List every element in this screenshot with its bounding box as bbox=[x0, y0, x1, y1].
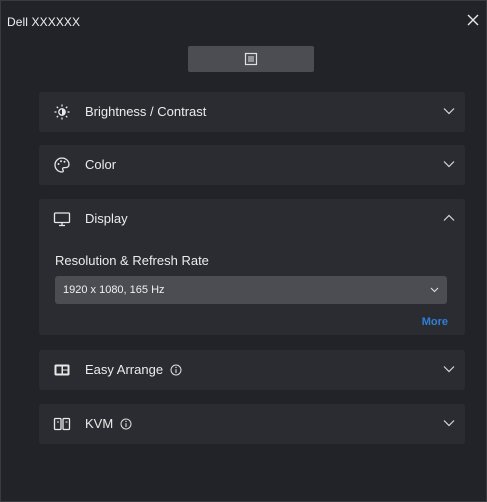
brightness-icon bbox=[54, 104, 70, 120]
menu-button[interactable] bbox=[188, 46, 314, 72]
more-link[interactable]: More bbox=[422, 316, 448, 328]
resolution-dropdown[interactable]: 1920 x 1080, 165 Hz bbox=[55, 276, 447, 304]
menu-icon bbox=[244, 52, 258, 66]
kvm-icon bbox=[53, 417, 71, 431]
chevron-down-icon bbox=[443, 420, 455, 427]
window-title: Dell XXXXXX bbox=[7, 15, 81, 29]
info-icon[interactable] bbox=[170, 364, 182, 376]
section-label-display: Display bbox=[85, 211, 128, 226]
section-easy-arrange: Easy Arrange bbox=[39, 350, 465, 390]
close-icon bbox=[467, 14, 479, 26]
app-window: Dell XXXXXX Brightness / Contrast Color … bbox=[0, 0, 487, 502]
resolution-value: 1920 x 1080, 165 Hz bbox=[63, 284, 165, 296]
resolution-label: Resolution & Refresh Rate bbox=[55, 253, 209, 268]
info-icon[interactable] bbox=[120, 418, 132, 430]
section-label-brightness-contrast: Brightness / Contrast bbox=[85, 104, 207, 119]
palette-icon bbox=[54, 157, 70, 173]
section-header-display[interactable]: Display bbox=[39, 199, 465, 239]
chevron-down-icon bbox=[430, 287, 439, 293]
section-label-color: Color bbox=[85, 157, 117, 172]
layout-icon bbox=[54, 364, 70, 376]
section-label-text: Easy Arrange bbox=[85, 362, 164, 377]
close-button[interactable] bbox=[464, 11, 482, 29]
chevron-down-icon bbox=[443, 366, 455, 373]
section-header-color[interactable]: Color bbox=[39, 145, 465, 185]
chevron-down-icon bbox=[443, 161, 455, 168]
chevron-down-icon bbox=[443, 108, 455, 115]
section-label-text: KVM bbox=[85, 416, 114, 431]
section-label-easy-arrange: Easy Arrange bbox=[85, 362, 182, 377]
section-kvm: KVM bbox=[39, 404, 465, 444]
section-header-easy-arrange[interactable]: Easy Arrange bbox=[39, 350, 465, 390]
section-brightness-contrast: Brightness / Contrast bbox=[39, 92, 465, 132]
section-color: Color bbox=[39, 145, 465, 185]
chevron-up-icon bbox=[443, 214, 455, 221]
monitor-icon bbox=[53, 212, 71, 227]
section-header-kvm[interactable]: KVM bbox=[39, 404, 465, 444]
section-display: Display Resolution & Refresh Rate 1920 x… bbox=[39, 199, 465, 335]
section-header-brightness-contrast[interactable]: Brightness / Contrast bbox=[39, 92, 465, 132]
section-label-kvm: KVM bbox=[85, 416, 132, 431]
